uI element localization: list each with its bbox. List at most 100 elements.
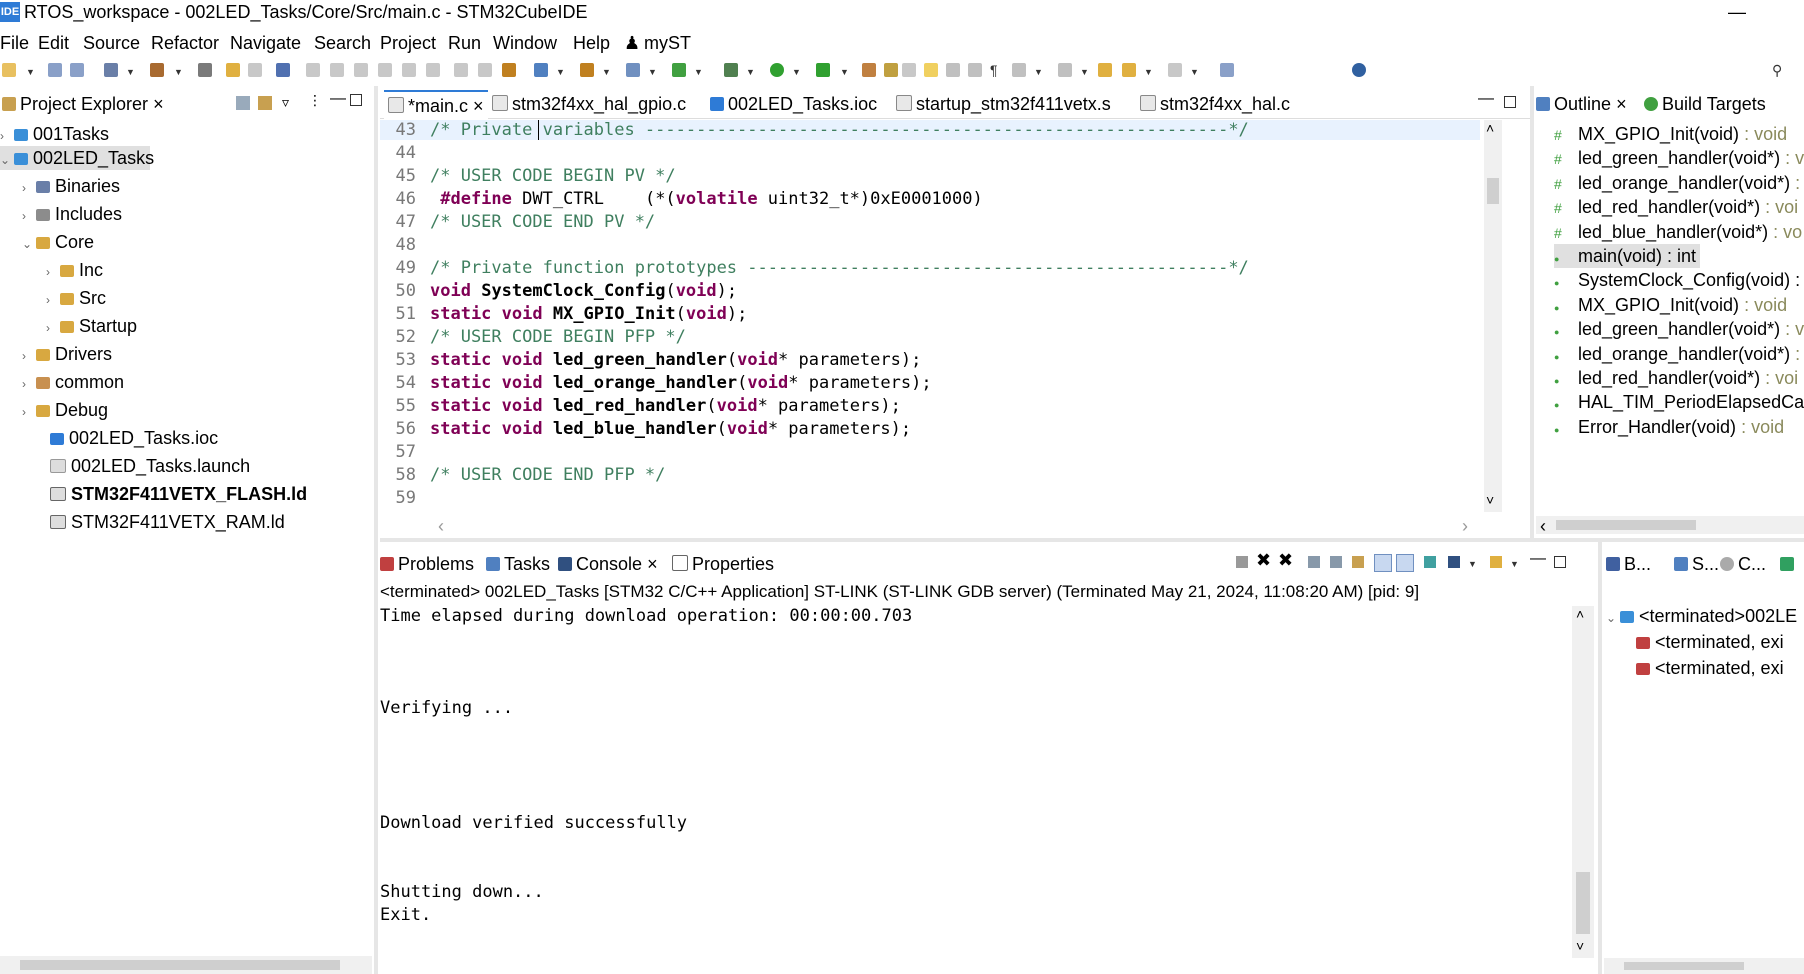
- display-console-icon[interactable]: [1448, 556, 1460, 568]
- chevron-right-icon[interactable]: ›: [22, 344, 36, 368]
- next-annotation-icon[interactable]: [1012, 63, 1026, 77]
- disconnect-icon[interactable]: [454, 63, 468, 77]
- tree-item-startup[interactable]: › Startup: [46, 314, 137, 338]
- dropdown-arrow-icon[interactable]: ▼: [1034, 67, 1043, 77]
- panel-divider[interactable]: [380, 538, 1804, 542]
- dropdown-arrow-icon[interactable]: ▼: [746, 67, 755, 77]
- scroll-thumb[interactable]: [1624, 962, 1744, 970]
- tree-item-ram-ld[interactable]: STM32F411VETX_RAM.ld: [36, 510, 285, 534]
- tab-main-c[interactable]: *main.c ×: [384, 90, 488, 120]
- console-vscrollbar[interactable]: ˄ ˅: [1572, 606, 1594, 958]
- menu-refactor[interactable]: Refactor: [151, 30, 219, 56]
- debug-item-process[interactable]: <terminated, exi: [1636, 630, 1784, 654]
- menu-help[interactable]: Help: [573, 30, 610, 56]
- chevron-left-icon[interactable]: ‹: [1540, 516, 1546, 537]
- new-icon[interactable]: [2, 63, 16, 77]
- menu-run[interactable]: Run: [448, 30, 481, 56]
- tab-build-targets[interactable]: Build Targets: [1644, 90, 1766, 118]
- chevron-right-icon[interactable]: ›: [22, 204, 36, 228]
- minimize-view-button[interactable]: —: [1530, 550, 1546, 568]
- tab-tasks[interactable]: Tasks: [486, 550, 550, 578]
- console-hscrollbar[interactable]: [380, 960, 1594, 974]
- dropdown-arrow-icon[interactable]: ▼: [1190, 67, 1199, 77]
- step-into-icon[interactable]: [378, 63, 392, 77]
- chevron-right-icon[interactable]: ›: [1462, 516, 1468, 537]
- external-tools-icon[interactable]: [816, 63, 830, 77]
- hammer-icon[interactable]: [150, 63, 164, 77]
- menu-edit[interactable]: Edit: [38, 30, 69, 56]
- info-icon[interactable]: [1352, 63, 1366, 77]
- dropdown-arrow-icon[interactable]: ▼: [26, 67, 35, 77]
- code-editor[interactable]: 43 /* Private variables -----------------…: [380, 120, 1484, 512]
- step-over-icon[interactable]: [402, 63, 416, 77]
- tab-breakpoints[interactable]: B...: [1606, 550, 1651, 578]
- close-icon[interactable]: ×: [153, 94, 164, 114]
- prev-annotation-icon[interactable]: [1058, 63, 1072, 77]
- panel-divider[interactable]: [1530, 86, 1534, 540]
- remove-all-icon[interactable]: ✖: [1278, 550, 1293, 571]
- collapse-all-icon[interactable]: [236, 96, 250, 110]
- tree-item-launch[interactable]: 002LED_Tasks.launch: [36, 454, 250, 478]
- menu-navigate[interactable]: Navigate: [230, 30, 301, 56]
- step-return-icon[interactable]: [426, 63, 440, 77]
- menu-myst[interactable]: myST: [644, 30, 691, 56]
- tree-item-common[interactable]: › common: [22, 370, 124, 394]
- outline-item[interactable]: # led_green_handler(void*) : v: [1554, 146, 1804, 170]
- close-icon[interactable]: ×: [647, 554, 658, 574]
- tab-properties[interactable]: Properties: [672, 550, 774, 578]
- outline-item[interactable]: ● SystemClock_Config(void) :: [1554, 268, 1800, 292]
- scroll-thumb[interactable]: [1576, 872, 1590, 934]
- outline-item[interactable]: ● led_orange_handler(void*) :: [1554, 342, 1800, 366]
- debug-item-launch[interactable]: ⌄ <terminated>002LE: [1606, 604, 1797, 628]
- restart-icon[interactable]: [478, 63, 492, 77]
- outline-item[interactable]: # led_blue_handler(void*) : vo: [1554, 220, 1802, 244]
- tree-item-ioc[interactable]: 002LED_Tasks.ioc: [36, 426, 218, 450]
- outline-item[interactable]: ● led_red_handler(void*) : voi: [1554, 366, 1798, 390]
- dropdown-arrow-icon[interactable]: ▼: [556, 67, 565, 77]
- open-console-icon[interactable]: [1490, 556, 1502, 568]
- chevron-right-icon[interactable]: ›: [46, 316, 60, 340]
- chevron-up-icon[interactable]: ˄: [1576, 606, 1584, 622]
- outline-item[interactable]: ● led_green_handler(void*) : v: [1554, 317, 1804, 341]
- scroll-thumb[interactable]: [1487, 178, 1499, 204]
- chevron-right-icon[interactable]: ›: [22, 372, 36, 396]
- chevron-left-icon[interactable]: ‹: [438, 516, 444, 537]
- show-on-error-icon[interactable]: [1396, 554, 1414, 572]
- dropdown-arrow-icon[interactable]: ▼: [1468, 559, 1477, 569]
- mark-occurrences-icon[interactable]: [924, 63, 938, 77]
- debug-bug-icon[interactable]: [502, 63, 516, 77]
- tab-hal-c[interactable]: stm32f4xx_hal.c: [1140, 90, 1290, 118]
- outline-item[interactable]: ● HAL_TIM_PeriodElapsedCall: [1554, 390, 1804, 414]
- new-project-icon[interactable]: [534, 63, 548, 77]
- dropdown-arrow-icon[interactable]: ▼: [694, 67, 703, 77]
- maximize-view-button[interactable]: [1504, 96, 1516, 108]
- link-icon[interactable]: [276, 63, 290, 77]
- editor-vscrollbar[interactable]: ˄ ˅: [1484, 120, 1502, 512]
- outline-hscrollbar[interactable]: ‹: [1536, 516, 1804, 537]
- outline-item[interactable]: # led_orange_handler(void*) :: [1554, 171, 1800, 195]
- chevron-up-icon[interactable]: ˄: [1486, 120, 1494, 136]
- debug-item-process[interactable]: <terminated, exi: [1636, 656, 1784, 680]
- tree-item-core[interactable]: ⌄ Core: [22, 230, 94, 254]
- console-output[interactable]: Time elapsed during download operation: …: [380, 606, 1570, 956]
- scroll-thumb[interactable]: [1556, 520, 1696, 530]
- dropdown-arrow-icon[interactable]: ▼: [602, 67, 611, 77]
- pilcrow-icon[interactable]: ¶: [990, 62, 998, 78]
- dropdown-arrow-icon[interactable]: ▼: [1080, 67, 1089, 77]
- tab-outline[interactable]: Outline ×: [1536, 90, 1627, 118]
- minimize-view-button[interactable]: —: [1478, 90, 1494, 108]
- suspend-icon[interactable]: [330, 63, 344, 77]
- maximize-view-button[interactable]: [1554, 556, 1566, 568]
- tree-item-001tasks[interactable]: › 001Tasks: [0, 122, 109, 146]
- chevron-down-icon[interactable]: ⌄: [22, 232, 36, 256]
- menu-project[interactable]: Project: [380, 30, 436, 56]
- maximize-view-button[interactable]: [350, 94, 362, 106]
- tree-item-inc[interactable]: › Inc: [46, 258, 103, 282]
- tab-console[interactable]: Console ×: [558, 550, 658, 578]
- forward-icon[interactable]: [1168, 63, 1182, 77]
- chevron-right-icon[interactable]: ›: [22, 176, 36, 200]
- view-menu-icon[interactable]: ⋮: [308, 92, 322, 109]
- new-folder-icon[interactable]: [580, 63, 594, 77]
- tree-item-src[interactable]: › Src: [46, 286, 106, 310]
- word-wrap-icon[interactable]: [1352, 556, 1364, 568]
